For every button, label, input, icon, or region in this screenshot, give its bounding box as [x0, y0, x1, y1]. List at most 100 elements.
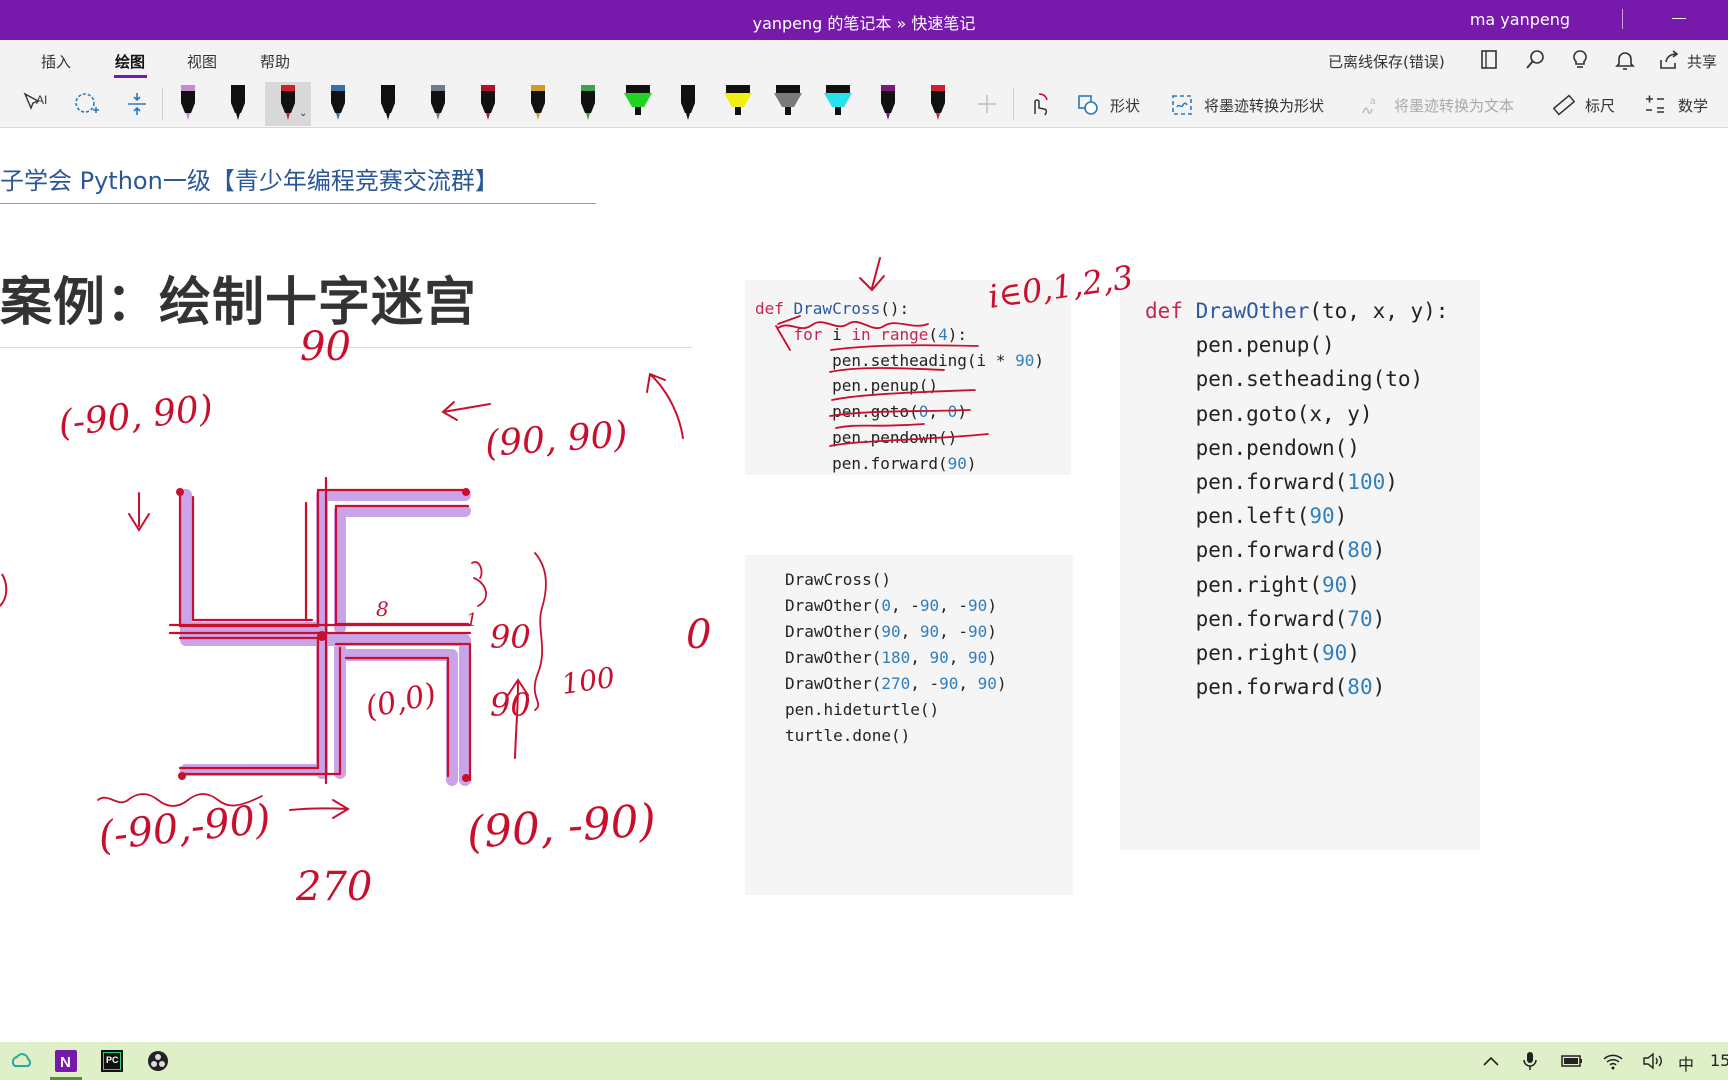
- annotation-small: 1: [466, 610, 477, 631]
- code-line: pen.right(90): [1145, 572, 1360, 597]
- section-heading[interactable]: 案例：绘制十字迷宫: [0, 260, 477, 335]
- page-title[interactable]: 子学会 Python一级【青少年编程竞赛交流群】: [0, 161, 499, 196]
- pen-black-wide[interactable]: [365, 82, 411, 126]
- annotation-point-br: (90, -90): [465, 795, 657, 859]
- tab-view[interactable]: 视图: [187, 51, 217, 72]
- notebook-icon[interactable]: [1478, 48, 1502, 72]
- tab-help[interactable]: 帮助: [260, 51, 290, 72]
- shapes-icon[interactable]: [1076, 93, 1100, 117]
- save-status[interactable]: 已离线保存(错误): [1328, 51, 1445, 72]
- code-line: pen.penup(): [1145, 333, 1335, 358]
- code-line: pen.pendown(): [755, 427, 958, 447]
- onenote-app-icon[interactable]: N: [52, 1047, 80, 1075]
- svg-text:N: N: [60, 1054, 71, 1071]
- ink-to-text-button[interactable]: 将墨迹转换为文本: [1394, 95, 1514, 116]
- pycharm-app-icon[interactable]: PC: [98, 1047, 126, 1075]
- lightbulb-icon[interactable]: [1568, 48, 1592, 72]
- pen-rainbow[interactable]: [565, 82, 611, 126]
- draw-toolbar: AI ⌄ 形状 将墨迹转换为形状 a 将墨迹转换为文本 标尺 数学: [0, 80, 1728, 128]
- math-icon[interactable]: [1643, 93, 1667, 117]
- touch-draw-icon[interactable]: [1025, 90, 1053, 118]
- cloud-app-icon[interactable]: [8, 1047, 36, 1075]
- pen-dark-red[interactable]: [465, 82, 511, 126]
- share-icon[interactable]: [1657, 48, 1681, 72]
- annotation-point-tr: (90, 90): [484, 414, 629, 465]
- volume-icon[interactable]: [1642, 1052, 1664, 1070]
- active-tab-indicator: [114, 75, 147, 78]
- minimize-icon[interactable]: [1672, 18, 1686, 19]
- code-line: pen.forward(80): [1145, 675, 1386, 700]
- code-block-drawcross[interactable]: def DrawCross(): for i in range(4): pen.…: [745, 280, 1071, 475]
- microphone-icon[interactable]: [1522, 1051, 1538, 1071]
- lasso-select-icon[interactable]: [72, 90, 102, 118]
- shapes-button[interactable]: 形状: [1110, 95, 1140, 116]
- pen-red-selected[interactable]: ⌄: [265, 82, 311, 126]
- ink-dots: [176, 488, 470, 782]
- math-button[interactable]: 数学: [1678, 95, 1708, 116]
- pen-purple-highlighter[interactable]: [165, 82, 211, 126]
- title-separator: [1622, 9, 1623, 29]
- code-line: def DrawOther(to, x, y):: [1145, 299, 1449, 323]
- ink-to-shape-button[interactable]: 将墨迹转换为形状: [1204, 95, 1324, 116]
- user-name[interactable]: ma yanpeng: [1470, 10, 1570, 29]
- annotation-point-tl: (-90, 90): [57, 388, 215, 445]
- maze-red-outline: [168, 476, 472, 785]
- chevron-down-icon[interactable]: ⌄: [299, 108, 307, 119]
- pen-zigzag-black[interactable]: [665, 82, 711, 126]
- pen-blue-gray[interactable]: [315, 82, 361, 126]
- ink-to-shape-icon[interactable]: [1170, 93, 1194, 117]
- code-line: pen.right(90): [1145, 641, 1360, 666]
- svg-text:AI: AI: [36, 93, 47, 107]
- wifi-icon[interactable]: [1602, 1051, 1624, 1071]
- code-line: def DrawCross():: [755, 299, 910, 318]
- search-icon[interactable]: [1523, 48, 1547, 72]
- code-line: DrawOther(90, 90, -90): [785, 622, 997, 641]
- code-line: pen.forward(90): [755, 453, 977, 473]
- code-line: for i in range(4):: [793, 324, 967, 344]
- note-page[interactable]: 子学会 Python一级【青少年编程竞赛交流群】 案例：绘制十字迷宫 def D…: [0, 128, 1728, 1042]
- add-pen-icon[interactable]: [975, 92, 999, 116]
- highlighter-yellow[interactable]: [715, 82, 761, 126]
- pen-galaxy[interactable]: [415, 82, 461, 126]
- svg-text:PC: PC: [106, 1055, 119, 1065]
- bell-icon[interactable]: [1613, 48, 1637, 72]
- obs-app-icon[interactable]: [144, 1047, 172, 1075]
- annotation-90-right2: 90: [490, 686, 531, 724]
- window-title: yanpeng 的笔记本 » 快速笔记: [752, 14, 976, 33]
- clock[interactable]: 15: [1710, 1051, 1728, 1070]
- heading-underline: [0, 347, 692, 348]
- highlighter-green[interactable]: [615, 82, 661, 126]
- ruler-button[interactable]: 标尺: [1585, 95, 1615, 116]
- title-underline: [0, 203, 596, 204]
- ribbon-tabs: 插入 绘图 视图 帮助 已离线保存(错误) 共享: [0, 40, 1728, 80]
- title-bar: yanpeng 的笔记本 » 快速笔记 ma yanpeng: [0, 0, 1728, 40]
- share-button[interactable]: 共享: [1687, 51, 1717, 72]
- type-select-icon[interactable]: AI: [22, 90, 52, 118]
- pen-red[interactable]: [915, 82, 961, 126]
- ruler-icon[interactable]: [1552, 93, 1576, 117]
- code-line: DrawCross(): [785, 570, 891, 589]
- maze-highlighter: [180, 489, 471, 786]
- code-block-drawother[interactable]: def DrawOther(to, x, y): pen.penup() pen…: [1120, 280, 1480, 850]
- code-block-main[interactable]: DrawCross() DrawOther(0, -90, -90) DrawOth…: [745, 555, 1073, 895]
- highlighter-cyan[interactable]: [815, 82, 861, 126]
- tab-draw[interactable]: 绘图: [115, 51, 145, 72]
- pen-black[interactable]: [215, 82, 261, 126]
- code-line: pen.pendown(): [1145, 435, 1360, 460]
- ime-indicator[interactable]: 中: [1678, 1051, 1694, 1075]
- battery-icon[interactable]: [1561, 1053, 1583, 1069]
- code-line: pen.setheading(i * 90): [755, 350, 1044, 370]
- pen-zigzag-purple[interactable]: [865, 82, 911, 126]
- code-line: DrawOther(0, -90, -90): [785, 596, 997, 615]
- add-space-icon[interactable]: [122, 90, 152, 118]
- ink-to-text-icon[interactable]: a: [1360, 93, 1384, 117]
- annotation-90-right1: 90: [490, 618, 531, 656]
- chevron-up-icon[interactable]: [1482, 1053, 1500, 1069]
- toolbar-divider: [162, 88, 163, 120]
- pen-gold[interactable]: [515, 82, 561, 126]
- code-line: pen.goto(0, 0): [755, 402, 967, 422]
- annotation-point-bl: (-90,-90): [96, 796, 273, 860]
- highlighter-gray[interactable]: [765, 82, 811, 126]
- code-line: pen.forward(80): [1145, 538, 1386, 563]
- tab-insert[interactable]: 插入: [41, 51, 71, 72]
